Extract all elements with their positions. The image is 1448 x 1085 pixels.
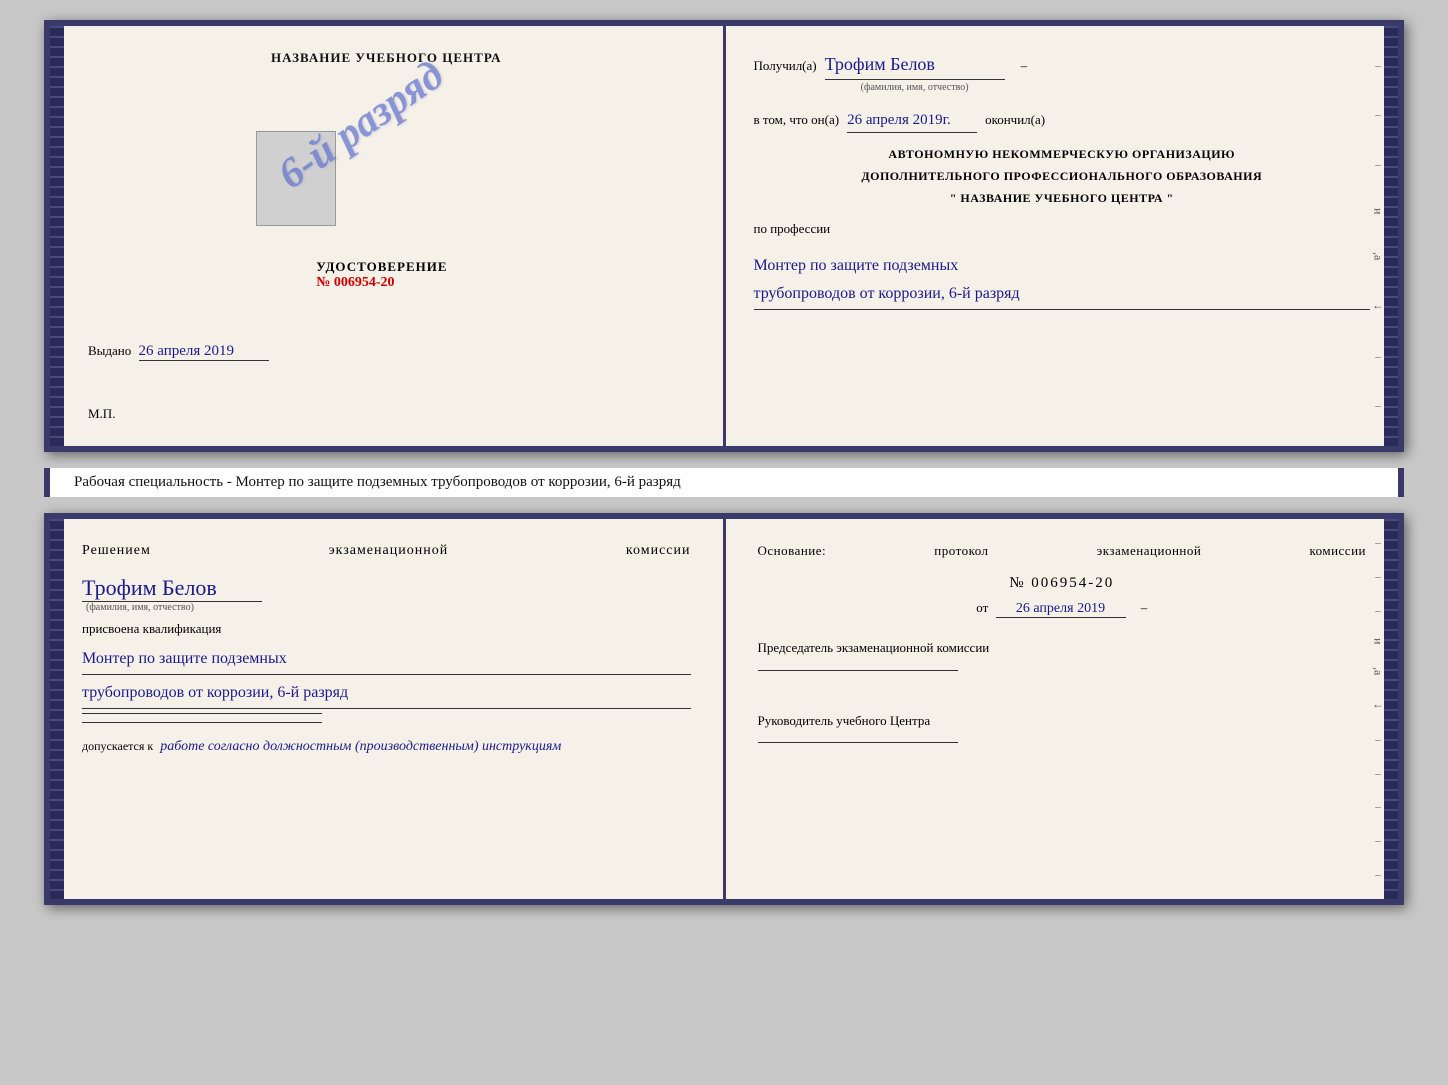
rukovoditel-sig bbox=[758, 742, 958, 743]
vydano-label: Выдано bbox=[88, 343, 131, 358]
specialty-label: Рабочая специальность - Монтер по защите… bbox=[44, 468, 1404, 497]
org-block: АВТОНОМНУЮ НЕКОММЕРЧЕСКУЮ ОРГАНИЗАЦИЮ ДО… bbox=[754, 145, 1371, 207]
mp-label: М.П. bbox=[78, 406, 695, 422]
side-dash-r2: – bbox=[1375, 571, 1381, 583]
side-dash-3: – bbox=[1375, 159, 1381, 171]
top-cert-left-page: НАЗВАНИЕ УЧЕБНОГО ЦЕНТРА 6-й разряд УДОС… bbox=[50, 26, 726, 446]
bottom-cert-left-page: Решением экзаменационной комиссии Трофим… bbox=[50, 519, 726, 899]
side-dash-r7: – bbox=[1375, 835, 1381, 847]
profession-block: Монтер по защите подземных трубопроводов… bbox=[754, 252, 1371, 311]
side-letter-i: и bbox=[1371, 208, 1386, 214]
poluchil-row: Получил(a) Трофим Белов (фамилия, имя, о… bbox=[754, 50, 1371, 96]
ot-date: 26 апреля 2019 bbox=[996, 601, 1126, 618]
side-arrow-r: ← bbox=[1372, 697, 1384, 712]
bottom-name-block: Трофим Белов (фамилия, имя, отчество) bbox=[82, 575, 691, 613]
ot-label: от bbox=[976, 600, 988, 615]
bottom-profession-line2: трубопроводов от коррозии, 6-й разряд bbox=[82, 679, 691, 709]
dopusk-text: работе согласно должностным (производств… bbox=[160, 739, 561, 754]
predsedatel-title: Председатель экзаменационной комиссии bbox=[758, 638, 1367, 658]
bottom-name-hint: (фамилия, имя, отчество) bbox=[86, 602, 691, 613]
poluchil-label: Получил(a) bbox=[754, 56, 817, 77]
top-cert-right-page: – – – и ,а ← – – Получил(a) Трофим Белов… bbox=[726, 26, 1399, 446]
dash1: – bbox=[1021, 56, 1028, 77]
top-certificate-book: НАЗВАНИЕ УЧЕБНОГО ЦЕНТРА 6-й разряд УДОС… bbox=[44, 20, 1404, 452]
side-dash-r4: – bbox=[1375, 734, 1381, 746]
vydano-block: Выдано 26 апреля 2019 bbox=[78, 343, 695, 361]
poluchil-hint: (фамилия, имя, отчество) bbox=[825, 80, 1005, 96]
vydano-date: 26 апреля 2019 bbox=[139, 343, 269, 361]
predsedatel-sig bbox=[758, 670, 958, 671]
side-dash-r1: – bbox=[1375, 537, 1381, 549]
udostoverenie-block: УДОСТОВЕРЕНИЕ № 006954-20 bbox=[316, 259, 447, 291]
specialty-label-text: Рабочая специальность - Монтер по защите… bbox=[74, 474, 681, 490]
org-line2: ДОПОЛНИТЕЛЬНОГО ПРОФЕССИОНАЛЬНОГО ОБРАЗО… bbox=[754, 167, 1371, 185]
bottom-cert-right-page: – – – и ,а ← – – – – – Основание: проток… bbox=[726, 519, 1399, 899]
po-professii-row: по профессии bbox=[754, 219, 1371, 240]
right-number: № 006954-20 bbox=[758, 575, 1367, 592]
side-letter-ra: ,а bbox=[1371, 667, 1386, 675]
side-decoration: – – – и ,а ← – – bbox=[1374, 26, 1382, 446]
side-dash-r6: – bbox=[1375, 801, 1381, 813]
side-dash-r8: – bbox=[1375, 869, 1381, 881]
side-dash-2: – bbox=[1375, 109, 1381, 121]
okonchil-label: окончил(а) bbox=[985, 110, 1045, 131]
bottom-profession-line1: Монтер по защите подземных bbox=[82, 645, 691, 675]
udostoverenie-label: УДОСТОВЕРЕНИЕ bbox=[316, 259, 447, 275]
vtom-row: в том, что он(а) 26 апреля 2019г. окончи… bbox=[754, 108, 1371, 133]
side-dash-1: – bbox=[1375, 60, 1381, 72]
org-line3: " НАЗВАНИЕ УЧЕБНОГО ЦЕНТРА " bbox=[754, 189, 1371, 207]
dopuskaetsya-label: допускается к bbox=[82, 739, 153, 753]
sig-line-2 bbox=[82, 722, 322, 723]
vtom-label: в том, что он(а) bbox=[754, 110, 840, 131]
profession-line1: Монтер по защите подземных bbox=[754, 257, 959, 274]
rukovoditel-block: Руководитель учебного Центра bbox=[758, 711, 1367, 744]
stamp-text: 6-й разряд bbox=[270, 50, 453, 198]
sig-line-1 bbox=[82, 713, 322, 714]
org-line1: АВТОНОМНУЮ НЕКОММЕРЧЕСКУЮ ОРГАНИЗАЦИЮ bbox=[754, 145, 1371, 163]
poluchil-name: Трофим Белов bbox=[825, 50, 1005, 80]
side-dash-r3: – bbox=[1375, 605, 1381, 617]
side-dash-r5: – bbox=[1375, 768, 1381, 780]
side-letter-ri: и bbox=[1371, 638, 1386, 644]
profession-line2: трубопроводов от коррозии, 6-й разряд bbox=[754, 280, 1371, 310]
side-dash-4: – bbox=[1375, 351, 1381, 363]
stamp-area: 6-й разряд УДОСТОВЕРЕНИЕ № 006954-20 bbox=[256, 111, 516, 291]
resheniem-title: Решением экзаменационной комиссии bbox=[82, 543, 691, 559]
prisvoena-label: присвоена квалификация bbox=[82, 621, 691, 637]
osnovanie-title: Основание: протокол экзаменационной коми… bbox=[758, 543, 1367, 559]
top-cert-title: НАЗВАНИЕ УЧЕБНОГО ЦЕНТРА bbox=[271, 50, 502, 66]
side-arrow: ← bbox=[1372, 298, 1384, 313]
bottom-certificate-book: Решением экзаменационной комиссии Трофим… bbox=[44, 513, 1404, 905]
side-decoration-bottom: – – – и ,а ← – – – – – bbox=[1374, 519, 1382, 899]
predsedatel-block: Председатель экзаменационной комиссии bbox=[758, 638, 1367, 671]
udostoverenie-number: № 006954-20 bbox=[316, 275, 447, 291]
side-dash-5: – bbox=[1375, 400, 1381, 412]
dopuskaetsya-block: допускается к работе согласно должностны… bbox=[82, 739, 691, 755]
right-number-text: № 006954-20 bbox=[1009, 575, 1114, 591]
po-professii-label: по профессии bbox=[754, 221, 831, 236]
side-letter-a: ,а bbox=[1371, 252, 1386, 260]
vtom-date: 26 апреля 2019г. bbox=[847, 108, 977, 133]
bottom-name: Трофим Белов bbox=[82, 575, 262, 602]
rukovoditel-title: Руководитель учебного Центра bbox=[758, 711, 1367, 731]
right-date: от 26 апреля 2019 – bbox=[758, 600, 1367, 618]
